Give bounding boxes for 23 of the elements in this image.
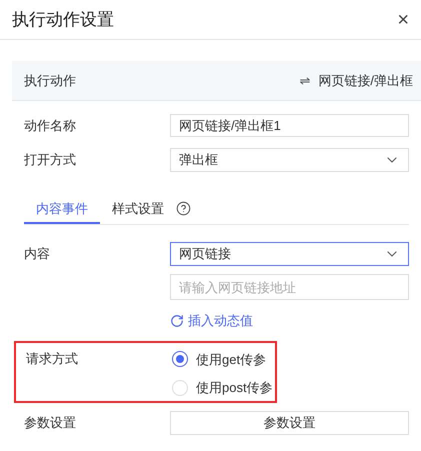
dropdown[interactable]: 网页链接: [170, 242, 409, 266]
field-label: 动作名称: [24, 116, 77, 135]
action-label: 执行动作: [24, 72, 76, 90]
field-label: 请求方式: [26, 350, 79, 368]
close-button[interactable]: ×: [397, 10, 409, 30]
insert-link[interactable]: 插入动态值: [170, 311, 253, 330]
help-icon[interactable]: [176, 201, 191, 216]
field-label: 参数设置: [24, 414, 77, 432]
tab[interactable]: 样式设置: [100, 196, 176, 224]
refresh-icon: [170, 314, 184, 328]
params-button[interactable]: 参数设置: [170, 410, 409, 434]
swap-icon: ⇌: [299, 70, 310, 90]
radio-button[interactable]: [172, 351, 188, 368]
action-value: 网页链接/弹出框: [318, 72, 413, 90]
text-field[interactable]: 网页链接/弹出框1: [170, 114, 409, 137]
dropdown[interactable]: 弹出框: [170, 148, 409, 172]
tab[interactable]: 内容事件: [24, 196, 100, 224]
radio-option[interactable]: 使用post传参: [172, 378, 273, 398]
field-label: 打开方式: [24, 151, 77, 170]
dialog-title: 执行动作设置: [12, 8, 114, 31]
url-field[interactable]: 请输入网页链接地址: [170, 274, 409, 300]
radio-option[interactable]: 使用get传参: [172, 350, 273, 369]
field-label: 内容: [24, 245, 51, 264]
